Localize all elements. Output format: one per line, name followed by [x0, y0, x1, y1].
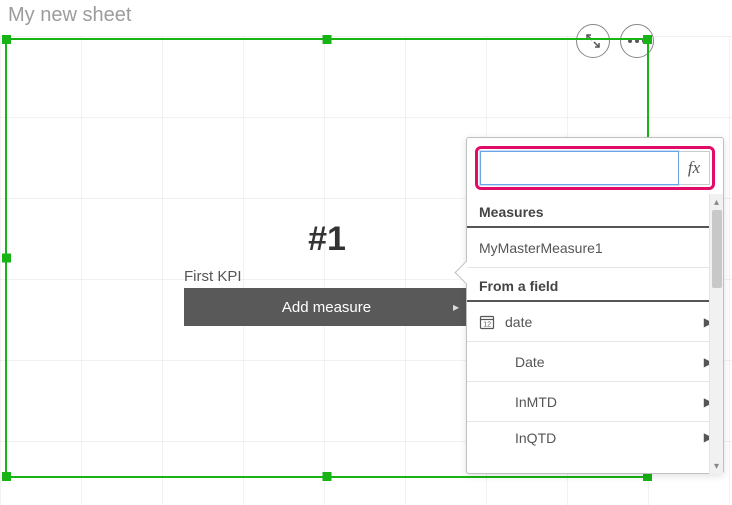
kpi-label: First KPI — [184, 268, 242, 285]
field-item-inmtd[interactable]: InMTD ▶ — [467, 382, 723, 422]
field-item-label: InMTD — [515, 394, 557, 410]
field-item-date-sub[interactable]: Date ▶ — [467, 342, 723, 382]
search-input[interactable] — [480, 151, 679, 185]
measure-item-label: MyMasterMeasure1 — [479, 240, 603, 256]
resize-handle-bc[interactable] — [323, 472, 332, 481]
add-measure-button[interactable]: Add measure ▸ — [184, 288, 469, 326]
measures-section-header: Measures — [467, 198, 723, 228]
resize-handle-tl[interactable] — [2, 35, 11, 44]
field-item-label: Date — [515, 354, 545, 370]
search-highlight-box: fx — [475, 146, 715, 190]
from-field-section-header: From a field — [467, 272, 723, 302]
measure-picker-list: Measures MyMasterMeasure1 From a field 1… — [467, 198, 723, 465]
sheet-title[interactable]: My new sheet — [8, 4, 131, 27]
field-item-date[interactable]: 12 date ▶ — [467, 302, 723, 342]
scrollbar-thumb[interactable] — [712, 210, 722, 288]
scrollbar-down-icon[interactable]: ▾ — [710, 458, 723, 474]
popup-scrollbar[interactable]: ▴ ▾ — [709, 194, 723, 474]
resize-handle-tr[interactable] — [643, 35, 652, 44]
measure-item[interactable]: MyMasterMeasure1 — [467, 228, 723, 268]
field-item-label: date — [505, 314, 532, 330]
field-item-label: InQTD — [515, 430, 556, 446]
chevron-right-icon: ▸ — [453, 300, 459, 314]
add-measure-label: Add measure — [282, 299, 371, 316]
field-item-inqtd[interactable]: InQTD ▶ — [467, 422, 723, 452]
fx-expression-button[interactable]: fx — [679, 151, 710, 185]
resize-handle-bl[interactable] — [2, 472, 11, 481]
svg-text:12: 12 — [483, 321, 491, 328]
scrollbar-up-icon[interactable]: ▴ — [710, 194, 723, 210]
resize-handle-tc[interactable] — [323, 35, 332, 44]
calendar-icon: 12 — [479, 314, 495, 330]
measure-picker-popup: fx Measures MyMasterMeasure1 From a fiel… — [466, 137, 724, 474]
